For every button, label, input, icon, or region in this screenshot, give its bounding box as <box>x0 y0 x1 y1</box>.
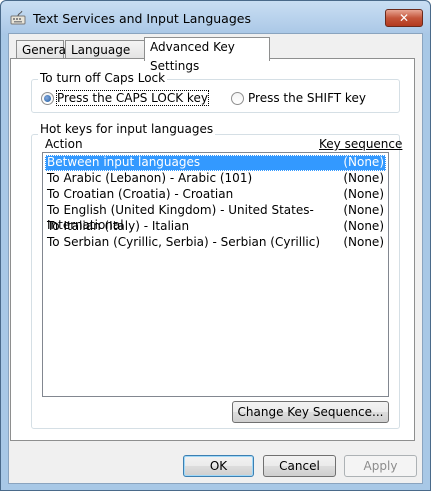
hotkeys-list[interactable]: Between input languages (None) To Arabic… <box>42 152 389 397</box>
column-header-action: Action <box>45 137 83 151</box>
tab-label: General <box>22 43 70 57</box>
cancel-button[interactable]: Cancel <box>263 455 336 477</box>
apply-button[interactable]: Apply <box>344 455 417 477</box>
sequence-label: (None) <box>343 203 384 217</box>
list-item[interactable]: To Croatian (Croatia) - Croatian (None) <box>45 187 386 203</box>
sequence-label: (None) <box>343 235 384 249</box>
ok-button[interactable]: OK <box>183 455 254 477</box>
list-item[interactable]: Between input languages (None) <box>45 155 386 171</box>
sequence-label: (None) <box>343 171 384 185</box>
window-title: Text Services and Input Languages <box>33 11 251 26</box>
sequence-label: (None) <box>343 155 384 169</box>
action-label: To Serbian (Cyrillic, Serbia) - Serbian … <box>47 235 321 249</box>
keyboard-icon <box>10 10 26 25</box>
action-label: Between input languages <box>47 155 201 169</box>
caps-lock-option-label[interactable]: Press the CAPS LOCK key <box>56 90 209 106</box>
title-bar[interactable]: Text Services and Input Languages ✕ <box>1 1 430 35</box>
close-icon: ✕ <box>398 11 410 25</box>
sequence-label: (None) <box>343 187 384 201</box>
list-item[interactable]: To English (United Kingdom) - United Sta… <box>45 203 386 232</box>
tab-advanced-key-settings[interactable]: Advanced Key Settings <box>144 37 270 73</box>
list-item[interactable]: To Arabic (Lebanon) - Arabic (101) (None… <box>45 171 386 187</box>
action-label: To Croatian (Croatia) - Croatian <box>47 187 234 201</box>
dialog-window: Text Services and Input Languages ✕ Gene… <box>0 0 431 491</box>
hotkeys-group-label: Hot keys for input languages <box>38 122 216 136</box>
caps-lock-group-label: To turn off Caps Lock <box>38 71 168 85</box>
column-header-key-sequence: Key sequence <box>319 137 403 151</box>
sequence-label: (None) <box>343 219 384 233</box>
action-label: To Italian (Italy) - Italian <box>47 219 190 233</box>
list-item[interactable]: To Serbian (Cyrillic, Serbia) - Serbian … <box>45 235 386 251</box>
shift-option-label[interactable]: Press the SHIFT key <box>248 91 366 105</box>
change-key-sequence-button[interactable]: Change Key Sequence... <box>232 401 389 423</box>
action-label: To Arabic (Lebanon) - Arabic (101) <box>47 171 253 185</box>
list-item[interactable]: To Italian (Italy) - Italian (None) <box>45 219 386 235</box>
close-button[interactable]: ✕ <box>385 9 423 27</box>
caps-lock-radio[interactable] <box>41 92 54 105</box>
shift-radio[interactable] <box>231 92 244 105</box>
